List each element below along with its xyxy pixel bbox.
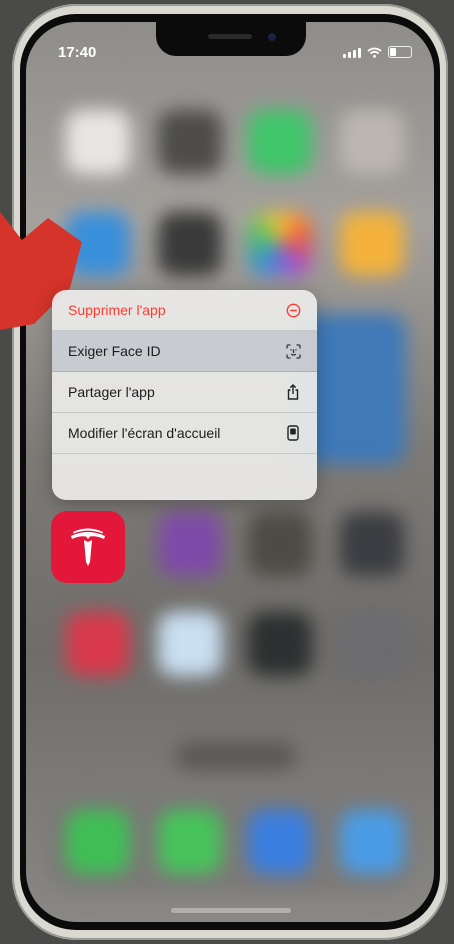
phone-icon [285,425,301,441]
blurred-app-icon [158,810,222,874]
blurred-app-icon [158,612,222,676]
menu-item-require-face-id[interactable]: Exiger Face ID [52,331,317,372]
share-icon [285,384,301,400]
menu-item-label: Exiger Face ID [68,343,161,359]
menu-item-share-app[interactable]: Partager l'app [52,372,317,413]
battery-icon [388,46,412,58]
blurred-search-pill [176,742,296,770]
face-id-icon [285,343,301,359]
status-indicators [343,46,412,58]
menu-item-label: Partager l'app [68,384,155,400]
home-indicator [171,908,291,913]
blurred-app-icon [66,110,130,174]
blurred-app-icon [340,212,404,276]
blurred-app-icon [248,512,312,576]
context-menu: Supprimer l'app Exiger Face ID Partager … [52,290,317,500]
blurred-app-icon [248,110,312,174]
blurred-app-icon [158,110,222,174]
camera [268,33,276,41]
blurred-app-icon [66,810,130,874]
wifi-icon [367,47,382,58]
status-time: 17:40 [58,44,97,61]
blurred-app-icon [248,212,312,276]
blurred-app-icon [340,110,404,174]
menu-item-label: Modifier l'écran d'accueil [68,425,221,441]
blurred-app-icon [158,512,222,576]
minus-circle-icon [285,302,301,318]
blurred-app-icon [340,612,404,676]
tesla-app-icon[interactable] [51,511,125,583]
menu-item-edit-home-screen[interactable]: Modifier l'écran d'accueil [52,413,317,454]
signal-icon [343,48,361,58]
blurred-app-icon [248,612,312,676]
blurred-app-icon [340,512,404,576]
speaker [208,34,252,39]
notch [156,22,306,56]
blurred-app-icon [340,810,404,874]
menu-item-label: Supprimer l'app [68,302,166,318]
blurred-app-icon [158,212,222,276]
blurred-app-icon [248,810,312,874]
blurred-app-icon [66,612,130,676]
tesla-logo-icon [71,528,105,566]
menu-item-delete-app[interactable]: Supprimer l'app [52,290,317,331]
